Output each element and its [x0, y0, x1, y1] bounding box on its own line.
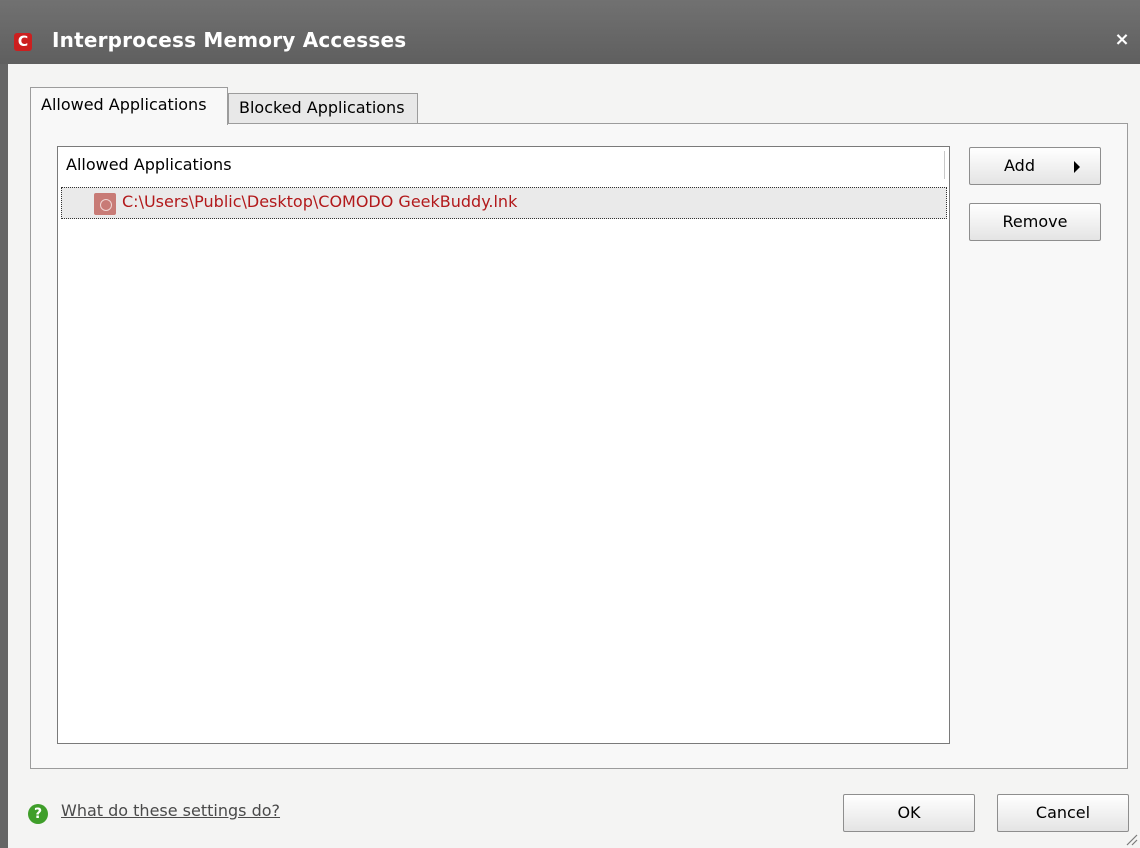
- resize-grip-icon[interactable]: [1124, 832, 1138, 846]
- column-separator[interactable]: [944, 151, 945, 179]
- add-button[interactable]: Add: [969, 147, 1101, 185]
- add-button-label: Add: [1004, 156, 1035, 175]
- ok-button[interactable]: OK: [843, 794, 975, 832]
- cancel-button[interactable]: Cancel: [997, 794, 1129, 832]
- tab-blocked-applications[interactable]: Blocked Applications: [228, 93, 418, 123]
- dialog-window: C Interprocess Memory Accesses × Allowed…: [0, 0, 1140, 848]
- list-item-path: C:\Users\Public\Desktop\COMODO GeekBuddy…: [122, 192, 518, 211]
- help-link[interactable]: What do these settings do?: [61, 801, 280, 820]
- triangle-right-icon: [1074, 161, 1080, 173]
- remove-button[interactable]: Remove: [969, 203, 1101, 241]
- shortcut-icon: [94, 193, 116, 215]
- help-icon: ?: [28, 804, 48, 824]
- list-header[interactable]: Allowed Applications: [58, 147, 948, 183]
- list-item[interactable]: C:\Users\Public\Desktop\COMODO GeekBuddy…: [61, 187, 947, 219]
- window-title: Interprocess Memory Accesses: [52, 28, 407, 52]
- close-button[interactable]: ×: [1112, 30, 1132, 50]
- applications-list[interactable]: Allowed Applications C:\Users\Public\Des…: [57, 146, 950, 744]
- comodo-logo-icon: C: [14, 33, 32, 51]
- column-header-allowed-applications[interactable]: Allowed Applications: [66, 155, 232, 174]
- tab-allowed-applications[interactable]: Allowed Applications: [30, 87, 228, 125]
- title-bar[interactable]: C Interprocess Memory Accesses ×: [0, 0, 1140, 64]
- window-border: [0, 64, 8, 848]
